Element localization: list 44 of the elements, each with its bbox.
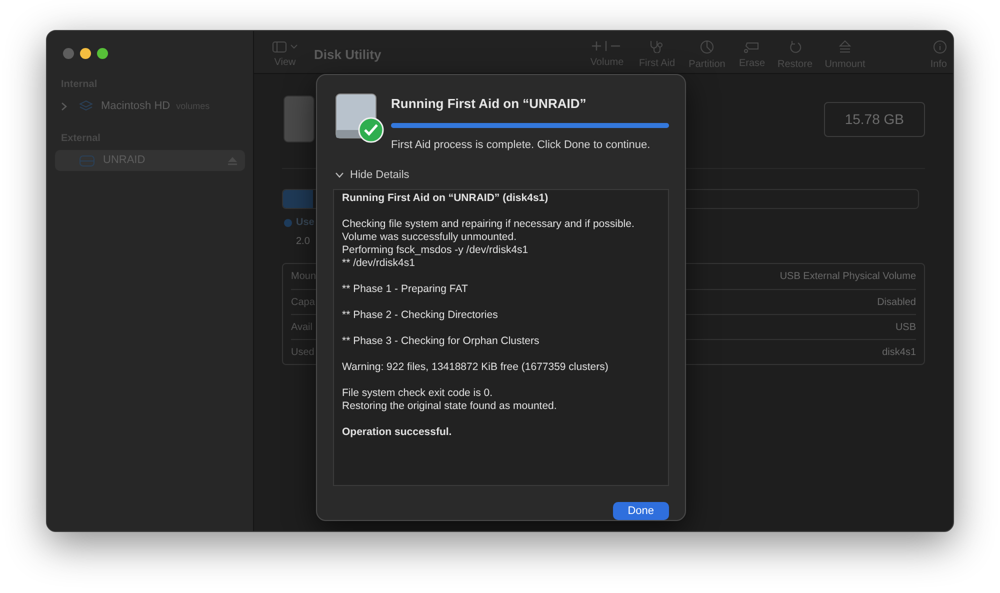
status-message: First Aid process is complete. Click Done to continue. [391,138,652,152]
log-line: Operation successful. [342,426,453,438]
restore-icon[interactable] [788,40,802,54]
dialog-title: Running First Aid on “UNRAID” [391,95,588,113]
sidebar-toggle-icon[interactable] [272,41,298,53]
drive-icon [79,154,95,166]
legend-value: 2.0 [296,235,310,249]
drive-check-icon [333,92,385,144]
legend-label: Use [296,216,314,230]
log-line: Volume was successfully unmounted. [342,230,518,244]
info-label: Avail [291,320,312,334]
eject-icon[interactable] [838,40,852,54]
log-line: File system check exit code is 0. [342,386,494,400]
info-value: USB External Physical Volume [780,270,916,284]
window-title: Disk Utility [314,46,382,64]
log-line: Warning: 922 files, 13418872 KiB free (1677359 clusters) [342,360,610,374]
info-value: USB [895,320,916,334]
disclosure-icon[interactable] [61,102,67,111]
info-label: Moun [291,270,316,284]
eject-icon[interactable] [228,156,237,164]
details-toggle[interactable]: Hide Details [335,167,669,184]
done-button[interactable]: Done [612,502,669,520]
pie-icon[interactable] [700,40,714,54]
stethoscope-icon[interactable] [649,40,665,53]
log-line: Performing fsck_msdos -y /dev/rdisk4s1 [342,244,530,256]
info-value: Disabled [877,296,916,310]
minimize-button[interactable] [80,48,91,59]
log-line: ** Phase 1 - Preparing FAT [342,282,469,296]
capacity-value: 15.78 GB [824,102,925,137]
info-label: Used [291,346,314,360]
log-line: ** /dev/rdisk4s1 [342,256,416,270]
close-button[interactable] [63,48,74,59]
layers-icon [79,100,93,113]
zoom-button[interactable] [97,48,108,59]
log-line: Running First Aid on “UNRAID” (disk4s1) [342,192,550,204]
eraser-icon[interactable] [743,40,761,53]
chevron-icon[interactable] [335,172,344,178]
info-value: disk4s1 [882,346,916,360]
info-icon[interactable] [933,40,947,54]
log-line: ** Phase 3 - Checking for Orphan Clusters [342,334,540,348]
log-line: Restoring the original state found as mounted. [342,400,558,412]
info-label: Capa [291,296,315,310]
log-line: Checking file system and repairing if necessary and if possible. [342,218,636,230]
log-line: ** Phase 2 - Checking Directories [342,308,499,322]
